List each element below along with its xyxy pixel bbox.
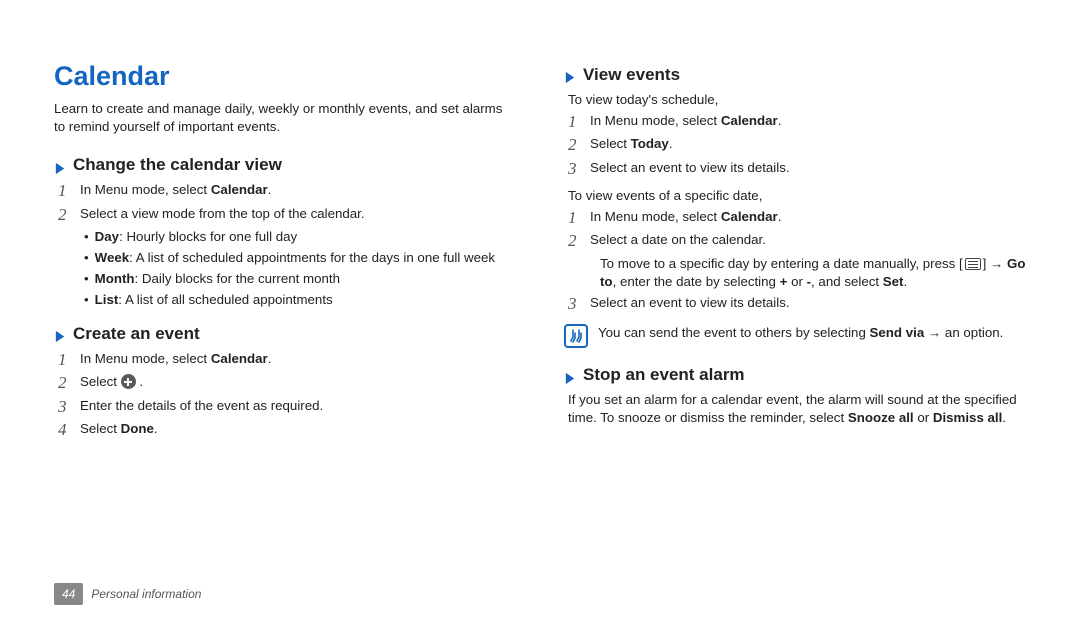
bullet-item: •Week: A list of scheduled appointments …	[54, 249, 516, 267]
step: 2 Select a date on the calendar.	[564, 231, 1026, 251]
paragraph: If you set an alarm for a calendar event…	[568, 391, 1026, 427]
intro-text: Learn to create and manage daily, weekly…	[54, 100, 516, 136]
page-footer: 44 Personal information	[54, 583, 201, 605]
page-number: 44	[54, 583, 83, 605]
step-number: 2	[568, 231, 590, 251]
bullet-item: •List: A list of all scheduled appointme…	[54, 291, 516, 309]
section-stop-alarm-heading: Stop an event alarm	[564, 364, 1026, 387]
step-number: 4	[58, 420, 80, 440]
chevron-icon	[54, 327, 67, 341]
chevron-icon	[54, 159, 67, 173]
step: 1 In Menu mode, select Calendar.	[564, 112, 1026, 132]
step: 1 In Menu mode, select Calendar.	[54, 181, 516, 201]
menu-icon	[965, 258, 981, 270]
section-name: Personal information	[91, 586, 201, 602]
plus-icon	[121, 374, 136, 389]
section-create-event-heading: Create an event	[54, 323, 516, 346]
step-number: 1	[568, 208, 590, 228]
manual-page: Calendar Learn to create and manage dail…	[0, 0, 1080, 443]
bullet-item: •Month: Daily blocks for the current mon…	[54, 270, 516, 288]
step-number: 1	[58, 350, 80, 370]
step: 1 In Menu mode, select Calendar.	[54, 350, 516, 370]
step-number: 1	[58, 181, 80, 201]
step: 4 Select Done.	[54, 420, 516, 440]
step: 3 Select an event to view its details.	[564, 294, 1026, 314]
chevron-icon	[564, 68, 577, 82]
section-view-events-heading: View events	[564, 64, 1026, 87]
section-change-view-heading: Change the calendar view	[54, 154, 516, 177]
step-number: 3	[568, 294, 590, 314]
step: 2 Select .	[54, 373, 516, 393]
step-number: 2	[58, 373, 80, 393]
paragraph: To view today's schedule,	[568, 91, 1026, 109]
heading-text: Stop an event alarm	[583, 364, 745, 387]
bullet-item: •Day: Hourly blocks for one full day	[54, 228, 516, 246]
step: 2 Select a view mode from the top of the…	[54, 205, 516, 225]
heading-text: Create an event	[73, 323, 200, 346]
heading-text: Change the calendar view	[73, 154, 282, 177]
step: 3 Select an event to view its details.	[564, 159, 1026, 179]
step: 1 In Menu mode, select Calendar.	[564, 208, 1026, 228]
right-column: View events To view today's schedule, 1 …	[564, 58, 1026, 443]
step: 2 Select Today.	[564, 135, 1026, 155]
sub-instruction: To move to a specific day by entering a …	[564, 255, 1026, 291]
step-number: 1	[568, 112, 590, 132]
step-number: 2	[568, 135, 590, 155]
heading-text: View events	[583, 64, 680, 87]
page-title: Calendar	[54, 58, 516, 94]
step-number: 2	[58, 205, 80, 225]
paragraph: To view events of a specific date,	[568, 187, 1026, 205]
step: 3 Enter the details of the event as requ…	[54, 397, 516, 417]
note-callout: You can send the event to others by sele…	[564, 324, 1026, 348]
chevron-icon	[564, 369, 577, 383]
step-number: 3	[568, 159, 590, 179]
left-column: Calendar Learn to create and manage dail…	[54, 58, 516, 443]
step-number: 3	[58, 397, 80, 417]
note-icon	[564, 324, 588, 348]
